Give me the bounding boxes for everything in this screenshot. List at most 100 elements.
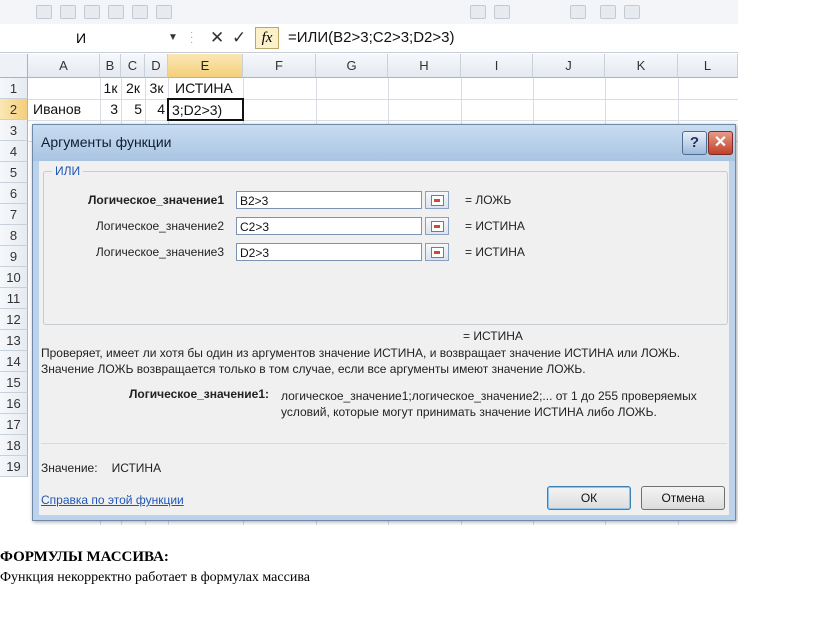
collapse-dialog-button[interactable] <box>425 243 449 261</box>
row-header[interactable]: 17 <box>0 414 28 435</box>
value-row: Значение: ИСТИНА <box>41 461 161 475</box>
column-header-e[interactable]: E <box>168 54 243 78</box>
help-icon[interactable]: ? <box>682 131 707 155</box>
cell-b1[interactable]: 1к <box>100 78 121 99</box>
formula-input[interactable]: =ИЛИ(B2>3;C2>3;D2>3) <box>288 27 455 49</box>
argument-input-2[interactable]: C2>3 <box>236 217 422 235</box>
value-result: ИСТИНА <box>111 461 162 475</box>
cell-d1[interactable]: 3к <box>145 78 168 99</box>
argument-help-text: логическое_значение1;логическое_значение… <box>281 389 697 419</box>
cell-c2[interactable]: 5 <box>121 99 142 120</box>
column-header-j[interactable]: J <box>533 54 605 78</box>
argument-result-2: = ИСТИНА <box>465 219 525 233</box>
cell-e1[interactable]: ИСТИНА <box>175 78 241 99</box>
function-arguments-dialog: Аргументы функции ? ✕ ИЛИ Логическое_зна… <box>32 124 736 521</box>
value-label: Значение: <box>41 461 98 475</box>
row-header[interactable]: 11 <box>0 288 28 309</box>
column-header-i[interactable]: I <box>461 54 533 78</box>
collapse-dialog-button[interactable] <box>425 217 449 235</box>
toolbar-icon[interactable] <box>494 5 510 19</box>
toolbar-icon[interactable] <box>84 5 100 19</box>
cancel-formula-icon[interactable]: ✕ <box>210 27 224 49</box>
row-header[interactable]: 3 <box>0 120 28 141</box>
active-cell-e2[interactable]: 3;D2>3) <box>167 98 244 121</box>
formula-result: = ИСТИНА <box>463 329 523 343</box>
column-header-b[interactable]: B <box>100 54 121 78</box>
range-select-icon <box>431 221 444 232</box>
section-text: Функция некорректно работает в формулах … <box>0 570 310 585</box>
row-header[interactable]: 5 <box>0 162 28 183</box>
chevron-down-icon[interactable]: ▼ <box>168 27 178 49</box>
column-header-c[interactable]: C <box>121 54 145 78</box>
argument-input-3[interactable]: D2>3 <box>236 243 422 261</box>
argument-result-3: = ИСТИНА <box>465 245 525 259</box>
cell-e2-text: 3;D2>3) <box>172 102 223 118</box>
row-header[interactable]: 16 <box>0 393 28 414</box>
row-header[interactable]: 7 <box>0 204 28 225</box>
select-all-corner[interactable] <box>0 54 28 78</box>
divider <box>41 443 727 444</box>
cell-c1[interactable]: 2к <box>121 78 145 99</box>
name-box-value: И <box>76 30 87 46</box>
argument-label-3: Логическое_значение3 <box>95 245 224 259</box>
row-header[interactable]: 14 <box>0 351 28 372</box>
toolbar-icon[interactable] <box>600 5 616 19</box>
name-box[interactable]: И ▼ <box>2 27 180 49</box>
toolbar-icon[interactable] <box>60 5 76 19</box>
cell-d2[interactable]: 4 <box>145 99 165 120</box>
dialog-title: Аргументы функции <box>41 134 172 150</box>
row-header[interactable]: 18 <box>0 435 28 456</box>
column-header-d[interactable]: D <box>145 54 168 78</box>
toolbar-icon[interactable] <box>156 5 172 19</box>
column-header-h[interactable]: H <box>388 54 461 78</box>
cell-a2[interactable]: Иванов <box>33 99 99 120</box>
toolbar-icon[interactable] <box>570 5 586 19</box>
dialog-body: ИЛИ Логическое_значение1 B2>3 = ЛОЖЬ Лог… <box>39 161 729 515</box>
cell-b2[interactable]: 3 <box>100 99 118 120</box>
cancel-button[interactable]: Отмена <box>641 486 725 510</box>
arguments-group: ИЛИ Логическое_значение1 B2>3 = ЛОЖЬ Лог… <box>43 164 728 325</box>
row-header[interactable]: 8 <box>0 225 28 246</box>
function-help-link[interactable]: Справка по этой функции <box>41 493 184 507</box>
toolbar-icon[interactable] <box>36 5 52 19</box>
row-header[interactable]: 9 <box>0 246 28 267</box>
column-header-a[interactable]: A <box>28 54 100 78</box>
column-header-l[interactable]: L <box>678 54 738 78</box>
argument-label-1: Логическое_значение1 <box>87 193 224 207</box>
column-header-g[interactable]: G <box>316 54 388 78</box>
row-header[interactable]: 12 <box>0 309 28 330</box>
ok-button[interactable]: ОК <box>547 486 631 510</box>
toolbar-icon[interactable] <box>624 5 640 19</box>
section-heading: ФОРМУЛЫ МАССИВА: <box>0 549 169 565</box>
quick-access-toolbar <box>0 0 738 24</box>
toolbar-icon[interactable] <box>108 5 124 19</box>
row-header[interactable]: 4 <box>0 141 28 162</box>
row-header[interactable]: 10 <box>0 267 28 288</box>
row-header[interactable]: 15 <box>0 372 28 393</box>
function-description-line2: Значение ЛОЖЬ возвращается только в том … <box>41 362 586 376</box>
enter-formula-icon[interactable]: ✓ <box>232 27 246 49</box>
range-select-icon <box>431 247 444 258</box>
insert-function-button[interactable]: fx <box>255 27 279 49</box>
argument-input-1[interactable]: B2>3 <box>236 191 422 209</box>
argument-result-1: = ЛОЖЬ <box>465 193 512 207</box>
column-header-f[interactable]: F <box>243 54 316 78</box>
row-header[interactable]: 19 <box>0 456 28 477</box>
toolbar-icon[interactable] <box>132 5 148 19</box>
row-header[interactable]: 6 <box>0 183 28 204</box>
excel-screenshot: И ▼ · · · ✕ ✓ fx =ИЛИ(B2>3;C2>3;D2>3) A B … <box>0 0 738 525</box>
column-header-k[interactable]: K <box>605 54 678 78</box>
close-icon[interactable]: ✕ <box>708 131 733 155</box>
function-name: ИЛИ <box>52 164 84 178</box>
collapse-dialog-button[interactable] <box>425 191 449 209</box>
row-header[interactable]: 13 <box>0 330 28 351</box>
dialog-title-bar[interactable]: Аргументы функции ? ✕ <box>33 125 735 161</box>
argument-label-2: Логическое_значение2 <box>95 219 224 233</box>
range-select-icon <box>431 195 444 206</box>
row-header[interactable]: 1 <box>0 78 28 99</box>
splitter-handle[interactable]: · · · <box>190 28 195 48</box>
function-description-line1: Проверяет, имеет ли хотя бы один из аргу… <box>41 346 681 360</box>
toolbar-icon[interactable] <box>470 5 486 19</box>
formula-bar: И ▼ · · · ✕ ✓ fx =ИЛИ(B2>3;C2>3;D2>3) <box>0 24 738 53</box>
row-header[interactable]: 2 <box>0 99 28 120</box>
